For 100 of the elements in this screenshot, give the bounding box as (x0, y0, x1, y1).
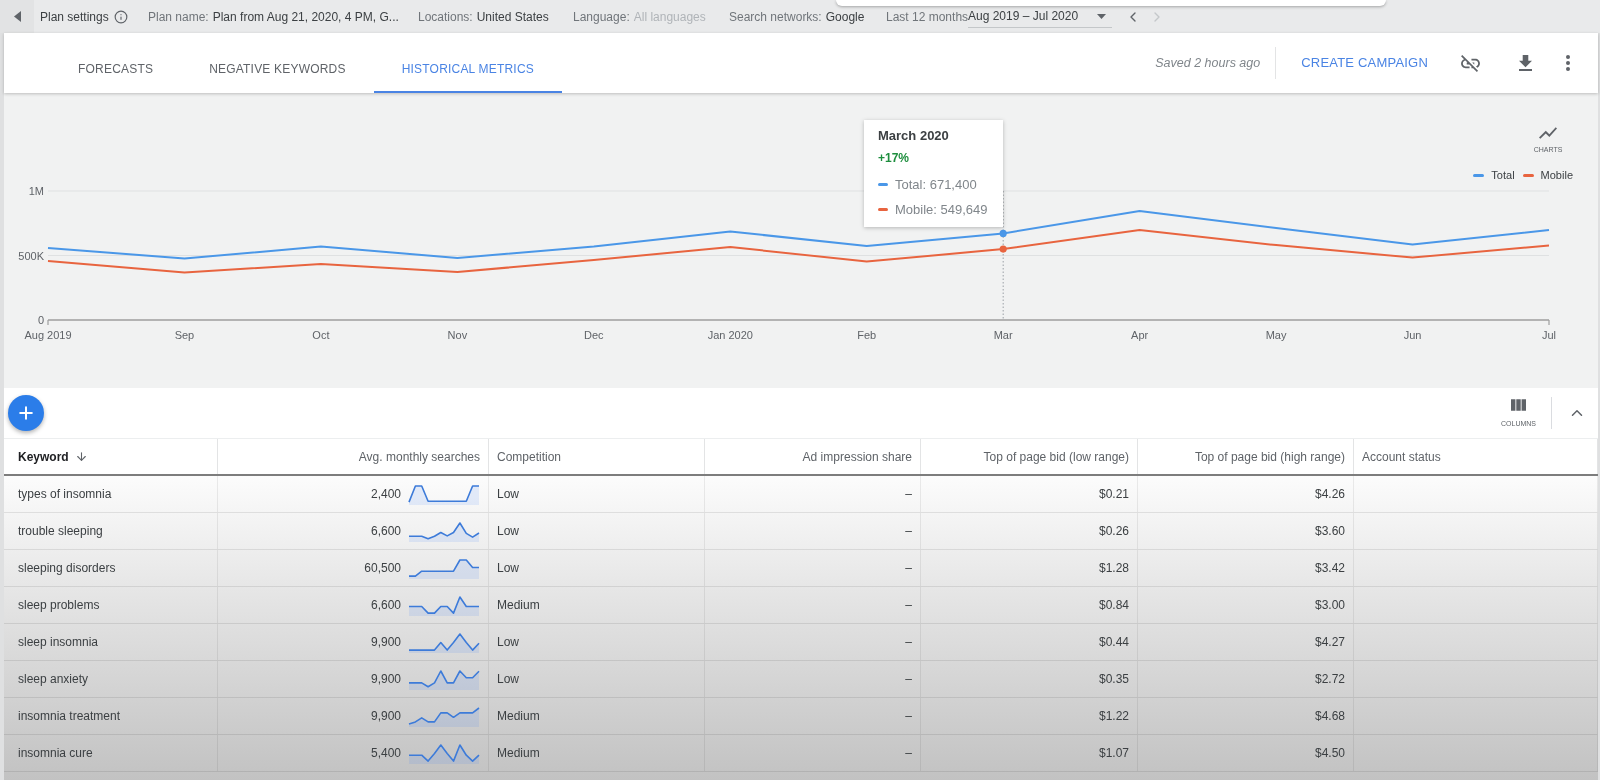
table-cell: sleep anxiety (4, 661, 218, 697)
saved-status: Saved 2 hours ago (1155, 54, 1261, 72)
field-value: United States (476, 8, 549, 26)
tab[interactable]: FORECASTS (50, 33, 182, 93)
table-cell: – (705, 476, 921, 512)
columns-icon (1511, 398, 1526, 411)
table-cell: – (705, 624, 921, 660)
axis-label: Jun (1403, 329, 1422, 341)
table-cell: $4.50 (1138, 735, 1354, 771)
axis-label: Oct (312, 329, 330, 341)
table-cell: $3.00 (1138, 587, 1354, 623)
axis-label: 0 (37, 314, 44, 326)
table-cell: $0.21 (921, 476, 1138, 512)
field-value: All languages (633, 8, 706, 26)
column-header[interactable]: Top of page bid (low range) (921, 439, 1138, 474)
axis-label: Dec (584, 329, 604, 341)
field-value: Plan from Aug 21, 2020, 4 PM, G... (212, 8, 399, 26)
axis-label: Nov (447, 329, 468, 341)
plan-settings-button[interactable]: Plan settings (40, 7, 128, 26)
axis-label: Feb (857, 329, 877, 341)
column-header[interactable]: Ad impression share (705, 439, 921, 474)
table-cell: Low (489, 476, 705, 512)
axis-label: May (1265, 329, 1287, 341)
tab[interactable]: NEGATIVE KEYWORDS (181, 33, 374, 93)
table-cell: Medium (489, 587, 705, 623)
line-chart-icon (1539, 127, 1557, 139)
search-count: 2,400 (370, 486, 401, 503)
search-count: 9,900 (370, 671, 401, 688)
table-cell: Medium (489, 735, 705, 771)
triangle-left-icon (13, 11, 21, 22)
axis-label: 500K (18, 249, 44, 262)
table-cell: $0.44 (921, 624, 1138, 660)
sparkline (408, 668, 480, 690)
create-campaign-button[interactable]: CREATE CAMPAIGN (1289, 45, 1440, 81)
sparkline (408, 557, 480, 579)
column-header[interactable]: Keyword (4, 439, 218, 474)
table-cell: Medium (489, 698, 705, 734)
table-cell: sleep insomnia (4, 624, 218, 660)
field-label: Language: (573, 8, 630, 26)
table-cell: $3.60 (1138, 513, 1354, 549)
caret-down-icon (1097, 13, 1106, 19)
table-cell: Low (489, 661, 705, 697)
column-header[interactable]: Competition (489, 439, 705, 474)
link-off-icon (1460, 54, 1480, 72)
table-cell: Low (489, 624, 705, 660)
table-cell: sleeping disorders (4, 550, 218, 586)
field-value: Google (825, 8, 865, 26)
search-count: 6,600 (370, 523, 401, 540)
tooltip-change: +17% (878, 150, 911, 167)
axis-label: Mar (993, 329, 1013, 341)
table-cell: $0.26 (921, 513, 1138, 549)
table-cell: Low (489, 550, 705, 586)
axis-label: Apr (1131, 329, 1149, 341)
search-count: 60,500 (364, 560, 401, 577)
sort-arrow-icon (74, 450, 88, 463)
table-cell: $1.07 (921, 735, 1138, 771)
search-count: 9,900 (370, 708, 401, 725)
field-label: Locations: (418, 8, 473, 26)
search-count: 5,400 (370, 745, 401, 762)
plus-icon (16, 403, 36, 423)
table-cell: – (705, 587, 921, 623)
axis-label: Aug 2019 (24, 329, 72, 341)
tooltip-value: Mobile: 549,649 (895, 201, 988, 219)
sparkline (408, 594, 480, 616)
download-icon (1518, 55, 1532, 71)
table-cell: – (705, 513, 921, 549)
table-cell: sleep problems (4, 587, 218, 623)
axis-label: Jul (1541, 329, 1557, 341)
axis-label: Jan 2020 (707, 329, 753, 341)
field-label: Plan name: (148, 8, 209, 26)
back-button[interactable] (0, 0, 34, 33)
sparkline (408, 520, 480, 542)
axis-label: Sep (174, 329, 195, 341)
add-button[interactable] (8, 395, 44, 431)
field-label: Last 12 months (886, 8, 968, 26)
table-cell: $1.22 (921, 698, 1138, 734)
column-header[interactable]: Account status (1354, 439, 1598, 474)
hover-point (999, 245, 1007, 253)
table-cell: trouble sleeping (4, 513, 218, 549)
search-count: 9,900 (370, 634, 401, 651)
search-count: 6,600 (370, 597, 401, 614)
table-cell: – (705, 550, 921, 586)
hover-point (999, 229, 1007, 237)
table-cell: insomnia treatment (4, 698, 218, 734)
column-header[interactable]: Top of page bid (high range) (1138, 439, 1354, 474)
table-cell: Low (489, 513, 705, 549)
table-cell: $0.84 (921, 587, 1138, 623)
table-cell: $0.35 (921, 661, 1138, 697)
table-cell: types of insomnia (4, 476, 218, 512)
axis-label: 1M (28, 185, 44, 197)
table-cell: $4.68 (1138, 698, 1354, 734)
info-icon (113, 9, 128, 24)
legend-label: Mobile (1540, 168, 1573, 183)
sparkline (408, 705, 480, 727)
legend-label: Total (1491, 168, 1515, 183)
table-cell: insomnia cure (4, 735, 218, 771)
table-cell: $3.42 (1138, 550, 1354, 586)
more-options-icon (1566, 55, 1570, 71)
column-header[interactable]: Avg. monthly searches (218, 439, 489, 474)
table-cell: $4.27 (1138, 624, 1354, 660)
